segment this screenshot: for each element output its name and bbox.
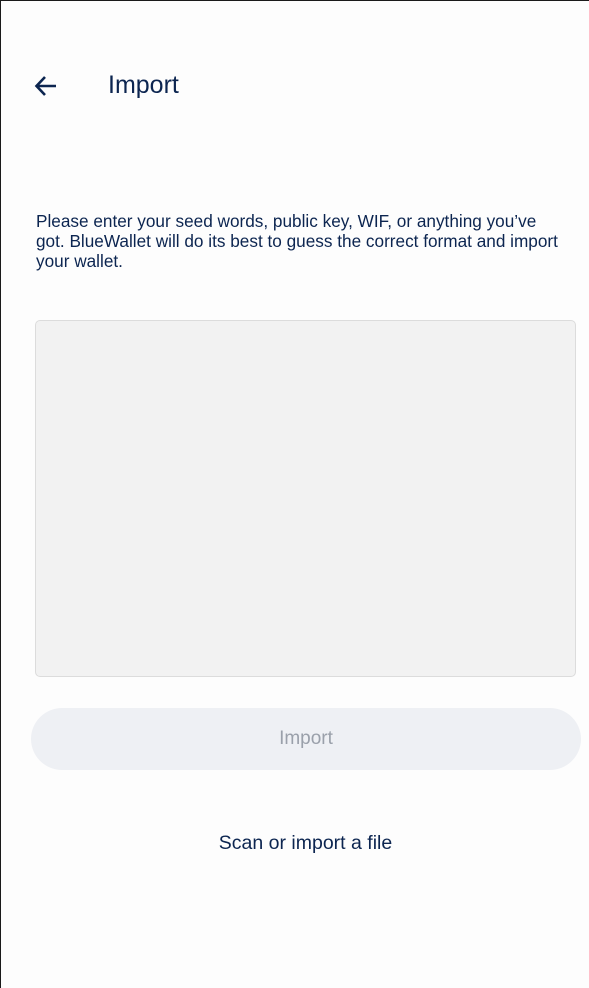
import-wallet-screen: Import Please enter your seed words, pub… — [0, 0, 589, 988]
page-title: Import — [108, 71, 179, 99]
import-button[interactable]: Import — [31, 708, 581, 770]
back-button[interactable] — [29, 69, 63, 103]
import-instructions: Please enter your seed words, public key… — [36, 211, 558, 271]
arrow-left-icon — [34, 76, 56, 96]
header: Import — [1, 61, 589, 109]
scan-or-import-file-link[interactable]: Scan or import a file — [1, 832, 589, 855]
import-button-label: Import — [279, 728, 333, 749]
seed-input[interactable] — [35, 320, 576, 677]
